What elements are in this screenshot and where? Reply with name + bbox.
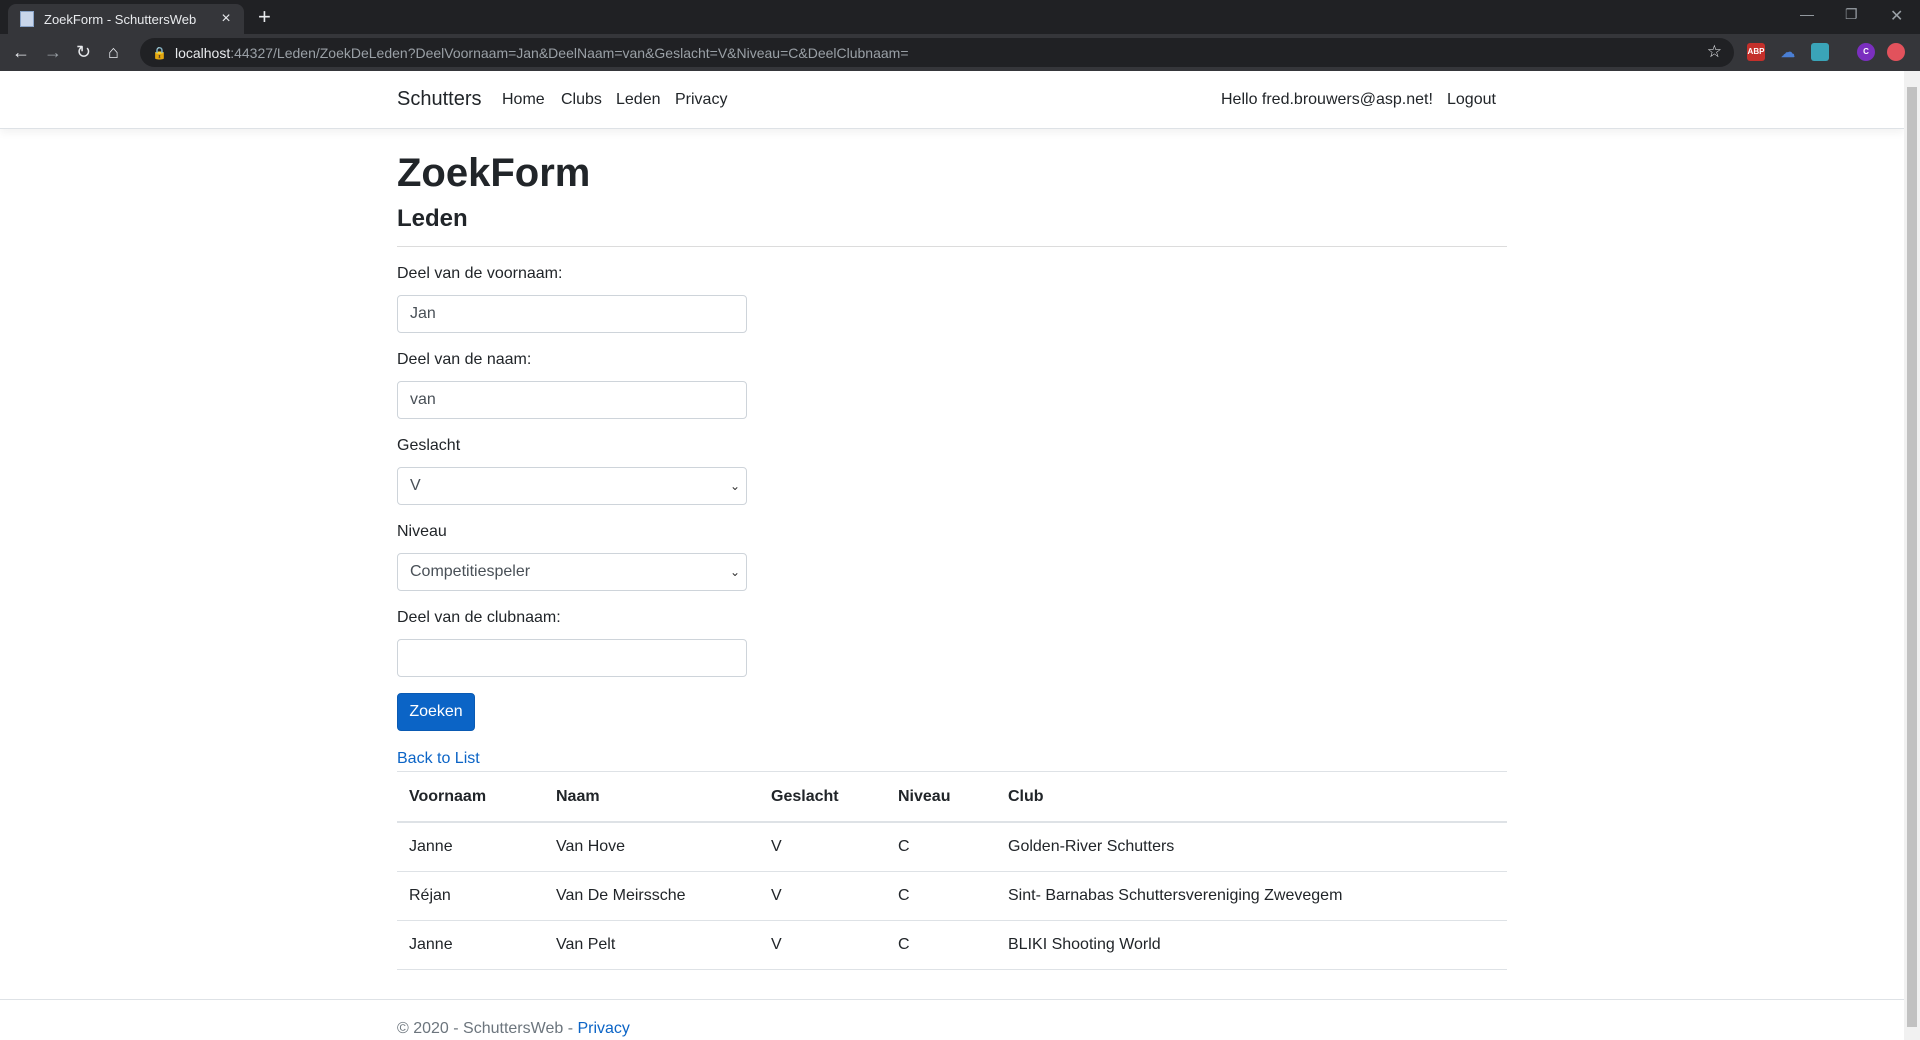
table-row: Janne Van Hove V C Golden-River Schutter… — [397, 822, 1507, 872]
bookmark-star-icon[interactable]: ☆ — [1707, 42, 1722, 62]
niveau-select[interactable]: Competitiespeler ⌄ — [397, 553, 747, 591]
brand-link[interactable]: Schutters — [397, 88, 481, 111]
address-bar[interactable]: 🔒 localhost:44327/Leden/ZoekDeLeden?Deel… — [140, 38, 1734, 67]
tab-title: ZoekForm - SchuttersWeb — [44, 11, 197, 27]
chevron-down-icon: ⌄ — [729, 565, 740, 579]
cell-naam: Van Hove — [544, 822, 759, 872]
footer-text: © 2020 - SchuttersWeb - Privacy — [397, 1020, 630, 1038]
cell-geslacht: V — [759, 920, 886, 970]
table-row: Janne Van Pelt V C BLIKI Shooting World — [397, 920, 1507, 970]
cell-geslacht: V — [759, 822, 886, 872]
chevron-down-icon: ⌄ — [729, 479, 740, 493]
url-path: :44327/Leden/ZoekDeLeden?DeelVoornaam=Ja… — [230, 44, 909, 61]
nav-leden[interactable]: Leden — [616, 91, 661, 109]
reload-icon[interactable]: ↻ — [76, 41, 91, 63]
page-content: Schutters Home Clubs Leden Privacy Hello… — [0, 71, 1904, 1040]
minimize-icon[interactable]: — — [1800, 6, 1814, 22]
niveau-selected: Competitiespeler — [410, 563, 531, 580]
results-table: Voornaam Naam Geslacht Niveau Club Janne… — [397, 771, 1507, 970]
back-to-list-link[interactable]: Back to List — [397, 750, 480, 768]
forward-icon[interactable]: → — [44, 41, 62, 63]
home-icon[interactable]: ⌂ — [108, 41, 119, 63]
url-host: localhost — [174, 44, 231, 61]
cell-club: Golden-River Schutters — [996, 822, 1507, 872]
table-header-row: Voornaam Naam Geslacht Niveau Club — [397, 771, 1507, 823]
profile-avatar-icon[interactable]: C — [1857, 43, 1875, 61]
naam-label: Deel van de naam: — [397, 351, 532, 368]
nav-home[interactable]: Home — [502, 91, 545, 109]
cell-club: Sint- Barnabas Schuttersvereniging Zweve… — [996, 871, 1507, 921]
zoeken-button[interactable]: Zoeken — [397, 693, 475, 731]
cell-voornaam: Janne — [397, 920, 544, 970]
close-window-icon[interactable]: ✕ — [1890, 6, 1903, 26]
footer-privacy-link[interactable]: Privacy — [577, 1020, 629, 1037]
page-scrollbar[interactable] — [1904, 71, 1920, 1040]
table-row: Réjan Van De Meirssche V C Sint- Barnaba… — [397, 871, 1507, 921]
cell-naam: Van Pelt — [544, 920, 759, 970]
cell-voornaam: Réjan — [397, 871, 544, 921]
geslacht-selected: V — [410, 477, 421, 494]
browser-tab[interactable]: ZoekForm - SchuttersWeb × — [8, 4, 244, 34]
scrollbar-thumb[interactable] — [1907, 87, 1917, 1027]
geslacht-select[interactable]: V ⌄ — [397, 467, 747, 505]
cell-niveau: C — [886, 822, 996, 872]
app-navbar: Schutters Home Clubs Leden Privacy Hello… — [0, 71, 1904, 129]
cell-club: BLIKI Shooting World — [996, 920, 1507, 970]
divider — [397, 246, 1507, 247]
footer: © 2020 - SchuttersWeb - Privacy — [0, 999, 1904, 1040]
voornaam-label: Deel van de voornaam: — [397, 265, 563, 282]
copyright: © 2020 - SchuttersWeb - — [397, 1020, 578, 1037]
page-title: ZoekForm — [397, 151, 591, 195]
niveau-label: Niveau — [397, 523, 447, 540]
logout-link[interactable]: Logout — [1447, 91, 1496, 109]
new-tab-icon[interactable]: + — [258, 4, 271, 30]
nav-privacy[interactable]: Privacy — [675, 91, 727, 109]
user-greeting[interactable]: Hello fred.brouwers@asp.net! — [1221, 91, 1433, 109]
col-club: Club — [996, 771, 1507, 823]
close-tab-icon[interactable]: × — [214, 10, 238, 28]
page-favicon-icon — [20, 11, 34, 27]
col-niveau: Niveau — [886, 771, 996, 823]
clubnaam-input[interactable] — [397, 639, 747, 677]
cell-naam: Van De Meirssche — [544, 871, 759, 921]
geslacht-label: Geslacht — [397, 437, 461, 454]
nav-clubs[interactable]: Clubs — [561, 91, 602, 109]
naam-input[interactable]: van — [397, 381, 747, 419]
restore-icon[interactable]: ❐ — [1845, 6, 1858, 23]
cell-niveau: C — [886, 871, 996, 921]
adblock-icon[interactable]: ABP — [1747, 43, 1765, 61]
page-subtitle: Leden — [397, 205, 468, 232]
col-geslacht: Geslacht — [759, 771, 886, 823]
browser-toolbar: ← → ↻ ⌂ 🔒 localhost:44327/Leden/ZoekDeLe… — [0, 34, 1920, 71]
extension-record-icon[interactable] — [1887, 43, 1905, 61]
browser-tab-bar: ZoekForm - SchuttersWeb × + — ❐ ✕ — [0, 0, 1920, 34]
cell-niveau: C — [886, 920, 996, 970]
lock-icon: 🔒 — [152, 45, 167, 60]
clubnaam-label: Deel van de clubnaam: — [397, 609, 561, 626]
col-voornaam: Voornaam — [397, 771, 544, 823]
cell-voornaam: Janne — [397, 822, 544, 872]
back-icon[interactable]: ← — [12, 41, 30, 63]
col-naam: Naam — [544, 771, 759, 823]
cell-geslacht: V — [759, 871, 886, 921]
voornaam-input[interactable]: Jan — [397, 295, 747, 333]
extension-book-icon[interactable] — [1811, 43, 1829, 61]
extension-cloud-icon[interactable]: ☁ — [1779, 43, 1797, 61]
